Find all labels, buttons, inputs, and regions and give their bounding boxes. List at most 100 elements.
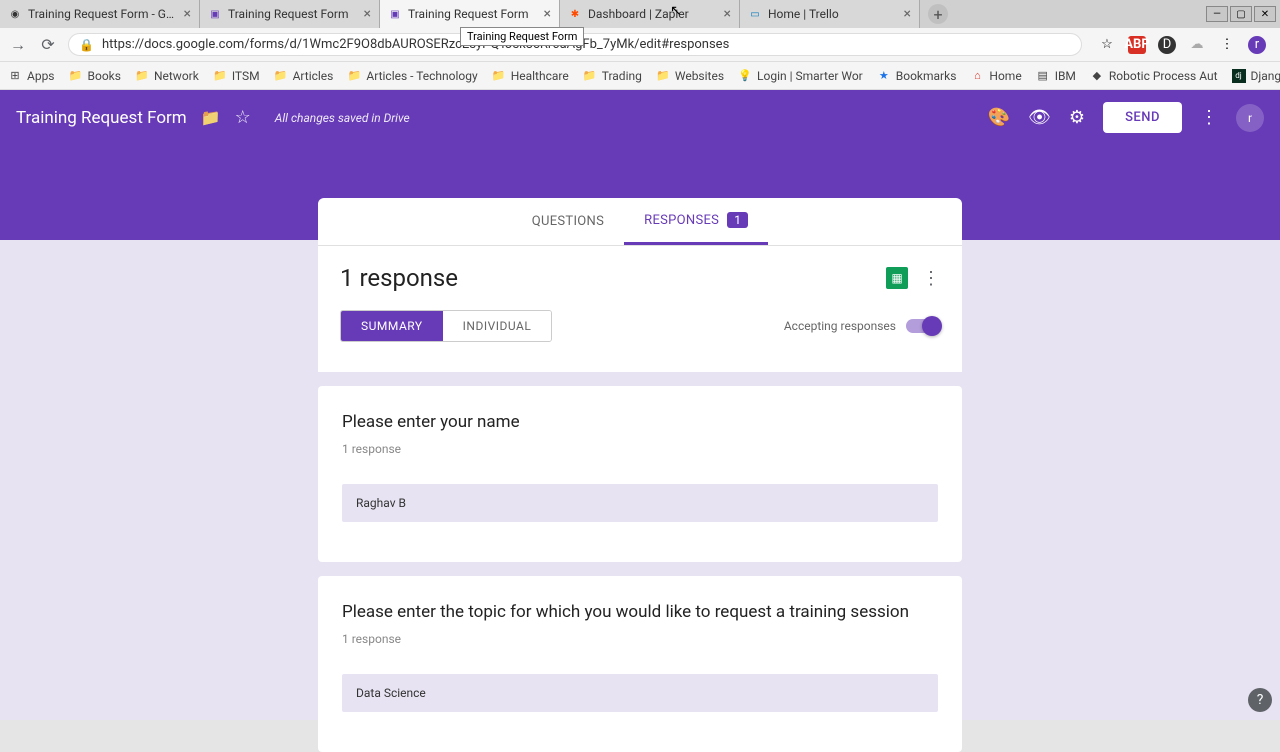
close-icon[interactable]: × bbox=[184, 6, 191, 22]
bookmark-item[interactable]: 📁Network bbox=[135, 69, 199, 83]
responses-count-badge: 1 bbox=[727, 212, 748, 228]
folder-icon: 📁 bbox=[135, 69, 149, 83]
minimize-button[interactable]: — bbox=[1206, 6, 1228, 22]
view-segmented-control: SUMMARY INDIVIDUAL bbox=[340, 310, 552, 342]
settings-gear-icon[interactable]: ⚙ bbox=[1069, 107, 1085, 128]
menu-overflow-icon[interactable]: ⋮ bbox=[1218, 36, 1236, 54]
browser-tab[interactable]: ✱ Dashboard | Zapier × bbox=[560, 0, 740, 28]
bookmark-item[interactable]: 💡Login | Smarter Wor bbox=[738, 69, 863, 83]
star-icon: ★ bbox=[877, 69, 891, 83]
cursor-icon: ↖ bbox=[670, 3, 682, 19]
star-icon[interactable]: ☆ bbox=[235, 107, 251, 128]
browser-tab[interactable]: ◉ Training Request Form - Google × bbox=[0, 0, 200, 28]
send-button[interactable]: SEND bbox=[1103, 102, 1182, 133]
apps-shortcut[interactable]: ⊞Apps bbox=[8, 69, 55, 83]
forward-button[interactable]: → bbox=[8, 35, 28, 55]
home-icon: ⌂ bbox=[970, 69, 984, 83]
response-count-title: 1 response bbox=[340, 264, 458, 292]
favicon-trello-icon: ▭ bbox=[748, 7, 762, 21]
apps-icon: ⊞ bbox=[8, 69, 22, 83]
ibm-icon: ▤ bbox=[1036, 69, 1050, 83]
profile-avatar[interactable]: r bbox=[1248, 36, 1266, 54]
create-spreadsheet-button[interactable]: ▦ bbox=[886, 267, 908, 289]
account-avatar[interactable]: r bbox=[1236, 104, 1264, 132]
question-title: Please enter the topic for which you wou… bbox=[342, 602, 938, 622]
new-tab-button[interactable]: + bbox=[928, 4, 948, 24]
folder-icon: 📁 bbox=[213, 69, 227, 83]
lock-icon: 🔒 bbox=[79, 38, 94, 52]
question-response-count: 1 response bbox=[342, 632, 938, 646]
folder-icon: 📁 bbox=[347, 69, 361, 83]
form-title[interactable]: Training Request Form bbox=[16, 108, 187, 128]
bulb-icon: 💡 bbox=[738, 69, 752, 83]
adblock-icon[interactable]: ABP bbox=[1128, 36, 1146, 54]
bookmark-item[interactable]: 📁Articles - Technology bbox=[347, 69, 477, 83]
more-icon[interactable]: ⋮ bbox=[1200, 107, 1218, 128]
bookmark-item[interactable]: ▤IBM bbox=[1036, 69, 1076, 83]
preview-icon[interactable]: 👁 bbox=[1028, 107, 1051, 128]
maximize-button[interactable]: ▢ bbox=[1230, 6, 1252, 22]
rpa-icon: ◆ bbox=[1090, 69, 1104, 83]
responses-more-icon[interactable]: ⋮ bbox=[922, 268, 940, 289]
close-icon[interactable]: × bbox=[364, 6, 371, 22]
favicon-zapier-icon: ✱ bbox=[568, 7, 582, 21]
folder-icon: 📁 bbox=[583, 69, 597, 83]
folder-icon: 📁 bbox=[69, 69, 83, 83]
browser-tab[interactable]: ▭ Home | Trello × bbox=[740, 0, 920, 28]
url-text: https://docs.google.com/forms/d/1Wmc2F9O… bbox=[102, 37, 729, 52]
accepting-responses-toggle[interactable] bbox=[906, 319, 940, 333]
tab-responses[interactable]: RESPONSES 1 bbox=[624, 198, 768, 245]
help-button[interactable]: ? bbox=[1248, 688, 1272, 712]
tab-questions[interactable]: QUESTIONS bbox=[512, 198, 624, 245]
bookmark-item[interactable]: 📁ITSM bbox=[213, 69, 260, 83]
bookmark-item[interactable]: ★Bookmarks bbox=[877, 69, 957, 83]
close-icon[interactable]: × bbox=[544, 6, 551, 22]
cloud-icon[interactable]: ☁ bbox=[1188, 36, 1206, 54]
bookmarks-bar: ⊞Apps 📁Books 📁Network 📁ITSM 📁Articles 📁A… bbox=[0, 62, 1280, 90]
extension-icon[interactable]: D bbox=[1158, 36, 1176, 54]
browser-tab-active[interactable]: ▣ Training Request Form × bbox=[380, 0, 560, 28]
favicon-forms-icon: ▣ bbox=[208, 7, 222, 21]
bookmark-item[interactable]: 📁Articles bbox=[274, 69, 334, 83]
close-icon[interactable]: × bbox=[904, 6, 911, 22]
tab-title: Dashboard | Zapier bbox=[588, 7, 718, 21]
accepting-responses-label: Accepting responses bbox=[784, 319, 896, 333]
individual-view-button[interactable]: INDIVIDUAL bbox=[443, 311, 552, 341]
bookmark-item[interactable]: ⌂Home bbox=[970, 69, 1021, 83]
response-value: Raghav B bbox=[342, 484, 938, 522]
responses-summary-card: 1 response ▦ ⋮ SUMMARY INDIVIDUAL Accept… bbox=[318, 245, 962, 372]
tab-title: Training Request Form bbox=[228, 7, 358, 21]
folder-icon: 📁 bbox=[274, 69, 288, 83]
tab-tooltip: Training Request Form bbox=[460, 27, 584, 46]
window-controls: — ▢ ✕ bbox=[1206, 0, 1280, 28]
question-response-count: 1 response bbox=[342, 442, 938, 456]
bookmark-item[interactable]: djDjango Community bbox=[1232, 69, 1280, 83]
bookmark-item[interactable]: 📁Books bbox=[69, 69, 121, 83]
browser-tab[interactable]: ▣ Training Request Form × bbox=[200, 0, 380, 28]
tab-title: Home | Trello bbox=[768, 7, 898, 21]
question-response-card: Please enter your name 1 response Raghav… bbox=[318, 386, 962, 562]
tab-title: Training Request Form - Google bbox=[28, 7, 178, 21]
bookmark-item[interactable]: 📁Websites bbox=[656, 69, 724, 83]
bookmark-item[interactable]: 📁Trading bbox=[583, 69, 642, 83]
favicon-forms-icon: ▣ bbox=[388, 7, 402, 21]
summary-view-button[interactable]: SUMMARY bbox=[341, 311, 443, 341]
bookmark-item[interactable]: 📁Healthcare bbox=[492, 69, 569, 83]
question-response-card: Please enter the topic for which you wou… bbox=[318, 576, 962, 752]
star-bookmark-icon[interactable]: ☆ bbox=[1098, 36, 1116, 54]
browser-tab-strip: ◉ Training Request Form - Google × ▣ Tra… bbox=[0, 0, 1280, 28]
favicon-google-icon: ◉ bbox=[8, 7, 22, 21]
django-icon: dj bbox=[1232, 69, 1246, 83]
palette-icon[interactable]: 🎨 bbox=[988, 107, 1010, 128]
question-title: Please enter your name bbox=[342, 412, 938, 432]
tab-title: Training Request Form bbox=[408, 7, 538, 21]
close-icon[interactable]: × bbox=[724, 6, 731, 22]
address-bar: → ⟳ 🔒 https://docs.google.com/forms/d/1W… bbox=[0, 28, 1280, 62]
reload-button[interactable]: ⟳ bbox=[38, 35, 58, 55]
folder-icon: 📁 bbox=[656, 69, 670, 83]
bookmark-item[interactable]: ◆Robotic Process Aut bbox=[1090, 69, 1218, 83]
save-status: All changes saved in Drive bbox=[275, 111, 410, 125]
form-tabs: QUESTIONS RESPONSES 1 bbox=[318, 198, 962, 245]
move-folder-icon[interactable]: 📁 bbox=[201, 108, 221, 127]
close-window-button[interactable]: ✕ bbox=[1254, 6, 1276, 22]
